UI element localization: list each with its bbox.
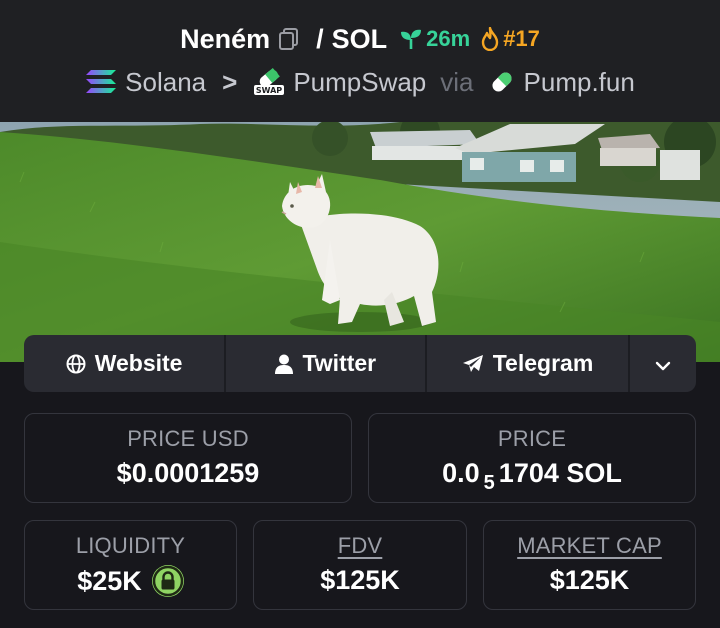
social-links-bar: Website Twitter Telegram xyxy=(24,335,696,392)
price-native-value: 0.0 5 1704 SOL xyxy=(442,458,622,494)
pair-header: Neném / SOL 26m #17 Solana > SWAP PumpSw… xyxy=(0,0,720,122)
price-zero-count: 5 xyxy=(483,472,495,494)
pair-title: Neném / SOL 26m #17 xyxy=(0,22,720,56)
seedling-icon xyxy=(401,29,422,49)
website-label: Website xyxy=(94,350,183,376)
quote-symbol: SOL xyxy=(331,23,388,54)
pair-breadcrumb: Solana > SWAP PumpSwap via Pump.fun xyxy=(0,64,720,100)
price-usd-value: $0.0001259 xyxy=(116,458,260,488)
pill-icon xyxy=(488,68,516,96)
market-cap-card[interactable]: MARKET CAP $125K xyxy=(483,520,696,610)
liquidity-value: $25K xyxy=(77,565,142,596)
liquidity-value-row: $25K xyxy=(77,565,184,597)
age-text: 26m xyxy=(426,26,471,51)
user-icon xyxy=(275,354,294,374)
more-links-button[interactable] xyxy=(630,335,696,392)
telegram-label: Telegram xyxy=(492,350,594,376)
token-banner-image xyxy=(0,122,720,362)
price-prefix: 0.0 xyxy=(442,458,480,488)
market-cap-value: $125K xyxy=(549,565,630,595)
twitter-label: Twitter xyxy=(302,350,377,376)
price-usd-card: PRICE USD $0.0001259 xyxy=(24,413,352,503)
pair-slash: / xyxy=(316,23,324,54)
solana-logo-icon xyxy=(85,69,117,95)
chevron-right-icon: > xyxy=(222,66,238,97)
pair-age: 26m xyxy=(399,26,470,52)
token-name: Neném xyxy=(180,23,271,54)
fdv-value: $125K xyxy=(320,565,400,595)
rank-text: #17 xyxy=(503,26,540,51)
chain-link[interactable]: Solana xyxy=(125,67,206,98)
market-cap-label[interactable]: MARKET CAP xyxy=(517,533,662,559)
fdv-card[interactable]: FDV $125K xyxy=(253,520,467,610)
trending-rank[interactable]: #17 xyxy=(480,26,540,52)
liquidity-card: LIQUIDITY $25K xyxy=(24,520,237,610)
pumpswap-logo-icon: SWAP xyxy=(253,67,285,97)
chevron-down-icon xyxy=(655,350,671,377)
globe-icon xyxy=(66,354,86,374)
twitter-button[interactable]: Twitter xyxy=(226,335,428,392)
lock-icon[interactable] xyxy=(151,565,184,597)
fdv-label[interactable]: FDV xyxy=(338,533,383,559)
launchpad-link[interactable]: Pump.fun xyxy=(524,67,635,98)
price-usd-label: PRICE USD xyxy=(127,426,249,451)
website-button[interactable]: Website xyxy=(24,335,227,392)
copy-icon[interactable] xyxy=(278,27,300,51)
price-label: PRICE xyxy=(497,426,567,451)
price-suffix: 1704 SOL xyxy=(498,458,622,488)
paper-plane-icon xyxy=(462,354,484,374)
svg-text:SWAP: SWAP xyxy=(256,86,282,95)
dex-link[interactable]: PumpSwap xyxy=(293,67,426,98)
price-native-card: PRICE 0.0 5 1704 SOL xyxy=(368,413,696,503)
flame-icon xyxy=(481,27,499,51)
telegram-button[interactable]: Telegram xyxy=(427,335,630,392)
via-text: via xyxy=(440,66,474,97)
liquidity-label: LIQUIDITY xyxy=(75,533,186,558)
